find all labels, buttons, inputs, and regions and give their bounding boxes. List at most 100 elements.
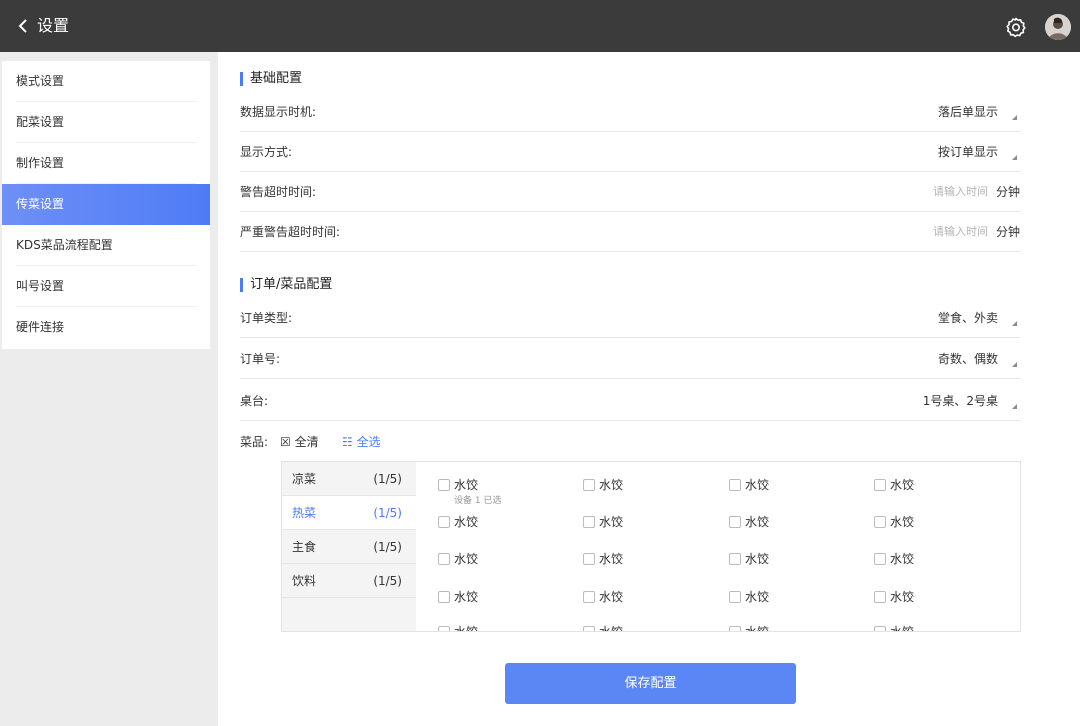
dish-checkbox[interactable]: 水饺 xyxy=(438,515,478,529)
dish-name: 水饺 xyxy=(745,478,770,492)
order-number-select[interactable]: 奇数、偶数 xyxy=(938,339,998,379)
dish-checkbox[interactable]: 水饺 xyxy=(438,478,478,492)
checkbox-icon xyxy=(874,626,886,631)
category-name: 主食 xyxy=(292,540,317,554)
unit-label: 分钟 xyxy=(995,225,1020,239)
sidebar-item-calling[interactable]: 叫号设置 xyxy=(2,266,210,307)
dish-checkbox[interactable]: 水饺 xyxy=(729,625,769,631)
checkbox-icon xyxy=(874,516,886,528)
dish-name: 水饺 xyxy=(454,552,479,566)
dish-checkbox[interactable]: 水饺 xyxy=(874,590,914,604)
display-mode-row[interactable]: 显示方式: 按订单显示 xyxy=(240,132,1020,172)
dish-name: 水饺 xyxy=(599,478,624,492)
category-count: (1/5) xyxy=(373,506,402,520)
dish-category-list: 凉菜 (1/5) 热菜 (1/5) 主食 (1/5) 饮料 (1/5) xyxy=(282,462,416,631)
unit-label: 分钟 xyxy=(995,185,1020,199)
dish-checkbox[interactable]: 水饺 xyxy=(583,478,623,492)
field-label: 订单号: xyxy=(240,352,281,366)
checkbox-icon xyxy=(583,516,595,528)
dropdown-triangle-icon xyxy=(1012,362,1017,367)
dish-checkbox[interactable]: 水饺 xyxy=(874,552,914,566)
chevron-left-icon[interactable] xyxy=(14,16,34,36)
category-name: 饮料 xyxy=(292,574,317,588)
field-label: 桌台: xyxy=(240,394,269,408)
page-title: 设置 xyxy=(37,16,70,35)
clear-all-button[interactable]: ☒ 全清 xyxy=(280,434,319,450)
dish-name: 水饺 xyxy=(599,552,624,566)
checkbox-icon xyxy=(729,516,741,528)
dish-checkbox[interactable]: 水饺 xyxy=(729,478,769,492)
sidebar-item-label: 传菜设置 xyxy=(16,197,65,211)
field-label: 订单类型: xyxy=(240,311,293,325)
checkbox-icon xyxy=(729,591,741,603)
severe-timeout-row: 严重警告超时时间: 请输入时间 分钟 xyxy=(240,212,1020,252)
checkbox-icon xyxy=(583,553,595,565)
checkbox-icon xyxy=(583,626,595,631)
order-type-select[interactable]: 堂食、外卖 xyxy=(938,298,998,338)
order-type-row[interactable]: 订单类型: 堂食、外卖 xyxy=(240,298,1020,338)
dish-checkbox[interactable]: 水饺 xyxy=(729,515,769,529)
category-name: 凉菜 xyxy=(292,472,317,486)
save-config-button[interactable]: 保存配置 xyxy=(505,663,796,704)
sidebar-item-delivery[interactable]: 传菜设置 xyxy=(2,184,210,225)
dish-name: 水饺 xyxy=(890,625,915,632)
table-row[interactable]: 桌台: 1号桌、2号桌 xyxy=(240,381,1020,421)
category-drinks[interactable]: 饮料 (1/5) xyxy=(282,564,416,598)
dish-checkbox[interactable]: 水饺 xyxy=(583,552,623,566)
dish-checkbox[interactable]: 水饺 xyxy=(874,515,914,529)
category-hot-dish[interactable]: 热菜 (1/5) xyxy=(282,496,416,530)
dish-checkbox[interactable]: 水饺 xyxy=(874,625,915,632)
dish-checkbox[interactable]: 水饺 xyxy=(583,590,623,604)
dish-name: 水饺 xyxy=(454,478,479,492)
dish-checkbox[interactable]: 水饺 xyxy=(729,590,769,604)
user-avatar[interactable] xyxy=(1045,14,1071,40)
sidebar-item-label: 硬件连接 xyxy=(16,320,65,334)
checkbox-icon xyxy=(438,626,450,631)
checkbox-icon xyxy=(729,626,741,631)
sidebar-item-kds-flow[interactable]: KDS菜品流程配置 xyxy=(2,225,210,266)
warn-timeout-input[interactable]: 请输入时间 xyxy=(933,172,988,212)
sidebar-item-mode[interactable]: 模式设置 xyxy=(2,61,210,102)
settings-sidebar: 模式设置 配菜设置 制作设置 传菜设置 KDS菜品流程配置 叫号设置 硬件连接 xyxy=(2,61,210,349)
sidebar-item-hardware[interactable]: 硬件连接 xyxy=(2,307,210,348)
dish-checkbox[interactable]: 水饺 xyxy=(438,590,478,604)
dish-name: 水饺 xyxy=(599,515,624,529)
category-cold-dish[interactable]: 凉菜 (1/5) xyxy=(282,462,416,496)
dish-checkbox[interactable]: 水饺 xyxy=(438,625,478,631)
dish-name: 水饺 xyxy=(890,515,915,529)
dropdown-triangle-icon xyxy=(1012,155,1017,160)
order-number-row[interactable]: 订单号: 奇数、偶数 xyxy=(240,339,1020,379)
checkbox-icon xyxy=(729,553,741,565)
section-title-order: 订单/菜品配置 xyxy=(240,276,332,294)
sidebar-item-label: 模式设置 xyxy=(16,74,65,88)
sidebar-item-production[interactable]: 制作设置 xyxy=(2,143,210,184)
table-select[interactable]: 1号桌、2号桌 xyxy=(923,381,998,421)
checkbox-icon xyxy=(438,479,450,491)
dish-selector-panel: 凉菜 (1/5) 热菜 (1/5) 主食 (1/5) 饮料 (1/5) 水饺 设备 1 … xyxy=(281,461,1021,632)
dish-name: 水饺 xyxy=(890,478,915,492)
dropdown-triangle-icon xyxy=(1012,115,1017,120)
dropdown-triangle-icon xyxy=(1012,321,1017,326)
data-display-time-row[interactable]: 数据显示时机: 落后单显示 xyxy=(240,92,1020,132)
display-mode-select[interactable]: 按订单显示 xyxy=(938,132,998,172)
gear-icon[interactable] xyxy=(1005,16,1027,38)
category-count: (1/5) xyxy=(373,472,402,486)
sidebar-item-side-dish[interactable]: 配菜设置 xyxy=(2,102,210,143)
settings-content: 基础配置 数据显示时机: 落后单显示 显示方式: 按订单显示 警告超时时间: 请… xyxy=(218,52,1080,726)
dish-checkbox[interactable]: 水饺 xyxy=(583,625,623,631)
select-all-button[interactable]: ☷ 全选 xyxy=(342,434,381,450)
dish-checkbox[interactable]: 水饺 xyxy=(729,552,769,566)
dish-name: 水饺 xyxy=(890,590,915,604)
checkbox-icon xyxy=(438,553,450,565)
dish-checkbox[interactable]: 水饺 xyxy=(874,478,914,492)
checkbox-icon xyxy=(438,591,450,603)
dish-name: 水饺 xyxy=(454,590,479,604)
dish-name: 水饺 xyxy=(745,590,770,604)
category-count: (1/5) xyxy=(373,574,402,588)
category-staple[interactable]: 主食 (1/5) xyxy=(282,530,416,564)
dish-checkbox[interactable]: 水饺 xyxy=(438,552,478,566)
dish-checkbox[interactable]: 水饺 xyxy=(583,515,623,529)
data-display-time-select[interactable]: 落后单显示 xyxy=(938,92,998,132)
severe-timeout-input[interactable]: 请输入时间 xyxy=(933,212,988,252)
warn-timeout-row: 警告超时时间: 请输入时间 分钟 xyxy=(240,172,1020,212)
